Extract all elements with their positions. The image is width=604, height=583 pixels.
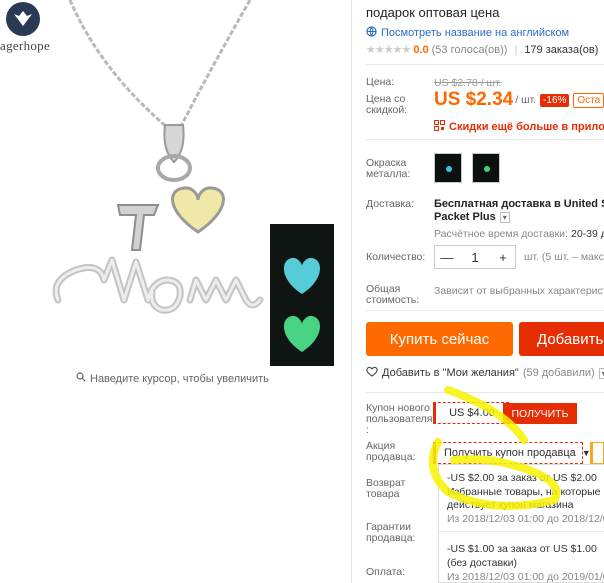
quantity-value[interactable]: 1 [463, 250, 487, 265]
divider [366, 310, 604, 311]
quantity-note: шт. (5 шт. – максим [524, 251, 604, 263]
quantity-label: Количество: [366, 251, 426, 263]
new-user-coupon-label: Купон нового пользователя : [366, 402, 433, 436]
seller-promo-label: Акция продавца: [366, 440, 416, 463]
shipping-estimate: Расчётное время доставки: 20-39 д [434, 228, 604, 240]
payment-label: Оплата: [366, 566, 406, 578]
product-main-image[interactable] [40, 0, 270, 330]
color-swatch-blue[interactable] [434, 153, 462, 183]
heart-icon [366, 366, 378, 380]
buy-now-button[interactable]: Купить сейчас [366, 322, 513, 356]
magnifier-icon [76, 372, 86, 385]
promo-side-tab[interactable] [590, 442, 604, 464]
quantity-increase-button[interactable]: + [491, 250, 515, 265]
glow-dot-icon [484, 166, 490, 172]
price-unit: / шт. [515, 94, 537, 106]
store-logo-icon [6, 2, 40, 36]
glow-dot-icon [446, 166, 452, 172]
zoom-hint-text: Наведите курсор, чтобы увеличить [90, 372, 269, 385]
return-label: Возврат товара [366, 477, 406, 500]
rating-votes[interactable]: (53 голоса(ов)) [432, 44, 508, 56]
seller-coupon-dropdown: -US $2.00 за заказ от US $2.00 Избранные… [438, 464, 604, 583]
qr-code-icon [434, 120, 445, 134]
current-price: US $2.34 [434, 89, 514, 110]
orders-count: 179 заказа(ов) [524, 43, 599, 56]
discount-badge: -16% [540, 93, 570, 107]
rating-value: 0.0 [413, 43, 429, 56]
rating-separator: | [514, 43, 518, 56]
divider [366, 64, 604, 65]
shipping-method: Бесплатная доставка в United Stat [434, 198, 604, 210]
color-swatch-green[interactable] [472, 153, 500, 183]
total-label: Общая стоимость: [366, 283, 420, 306]
total-value: Зависит от выбранных характерист [434, 285, 604, 297]
product-info-panel: подарок оптовая цена Посмотреть название… [366, 0, 604, 583]
shipping-label: Доставка: [366, 198, 415, 210]
divider [366, 139, 604, 140]
quantity-stepper[interactable]: — 1 + [434, 245, 516, 269]
get-coupon-button[interactable]: ПОЛУЧИТЬ [503, 403, 577, 424]
product-title: подарок оптовая цена [366, 5, 500, 20]
glow-thumbnails[interactable] [270, 224, 334, 366]
price-label: Цена: [366, 76, 395, 88]
shipping-method-selector[interactable]: Packet Plus ▾ [434, 211, 510, 223]
wishlist-link[interactable]: Добавить в "Мои желания" (59 добавили) ▾ [366, 366, 604, 380]
chevron-down-icon: ▾ [598, 367, 604, 379]
app-promo[interactable]: Скидки ещё больше в приложени [434, 120, 604, 134]
seller-coupon-select[interactable]: Получить купон продавца ▼ [433, 442, 591, 464]
stock-tag: Оста [573, 92, 604, 108]
translate-link[interactable]: Посмотреть название на английском [366, 26, 569, 40]
rating-stars-icon: ★★★★★ [366, 44, 411, 56]
color-label: Окраска металла: [366, 157, 411, 180]
chevron-down-icon: ▾ [499, 211, 510, 223]
zoom-hint: Наведите курсор, чтобы увеличить [76, 372, 269, 385]
rating-row: ★★★★★ 0.0 (53 голоса(ов)) | 179 заказа(о… [366, 43, 599, 57]
old-price: US $2.78 / шт. [434, 77, 502, 89]
quantity-decrease-button[interactable]: — [435, 250, 459, 265]
divider [366, 392, 604, 393]
add-to-cart-button[interactable]: Добавить [519, 322, 604, 356]
column-divider [351, 0, 352, 583]
translate-icon [366, 26, 377, 40]
new-user-coupon-amount: US $4.00 [433, 402, 509, 424]
guarantee-label: Гарантии продавца: [366, 521, 416, 544]
current-price-row: US $2.34 / шт. -16% Оста [434, 89, 604, 111]
discount-price-label: Цена со скидкой: [366, 93, 408, 116]
divider [439, 531, 604, 532]
